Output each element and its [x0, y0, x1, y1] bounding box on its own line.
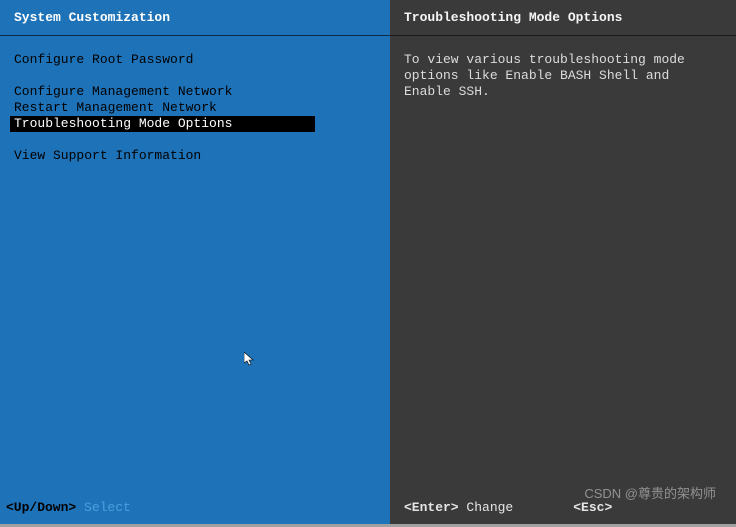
menu-configure-root-password[interactable]: Configure Root Password [10, 52, 390, 68]
left-title: System Customization [0, 0, 390, 36]
description-text: To view various troubleshooting mode opt… [390, 36, 736, 494]
enter-key-hint: <Enter> [404, 500, 459, 515]
enter-action-hint: Change [466, 500, 513, 515]
right-title: Troubleshooting Mode Options [390, 0, 736, 36]
right-panel: Troubleshooting Mode Options To view var… [390, 0, 736, 524]
footer-left: <Up/Down> Select [0, 494, 390, 524]
menu-configure-management-network[interactable]: Configure Management Network [10, 84, 390, 100]
footer-right: <Enter> Change <Esc> [390, 494, 736, 524]
left-panel: System Customization Configure Root Pass… [0, 0, 390, 524]
esc-key-hint: <Esc> [573, 500, 612, 518]
menu-area: Configure Root Password Configure Manage… [0, 36, 390, 494]
menu-view-support-information[interactable]: View Support Information [10, 148, 390, 164]
menu-troubleshooting-mode-options[interactable]: Troubleshooting Mode Options [10, 116, 315, 132]
updown-action-hint: Select [84, 500, 131, 515]
menu-restart-management-network[interactable]: Restart Management Network [10, 100, 390, 116]
updown-key-hint: <Up/Down> [6, 500, 76, 515]
